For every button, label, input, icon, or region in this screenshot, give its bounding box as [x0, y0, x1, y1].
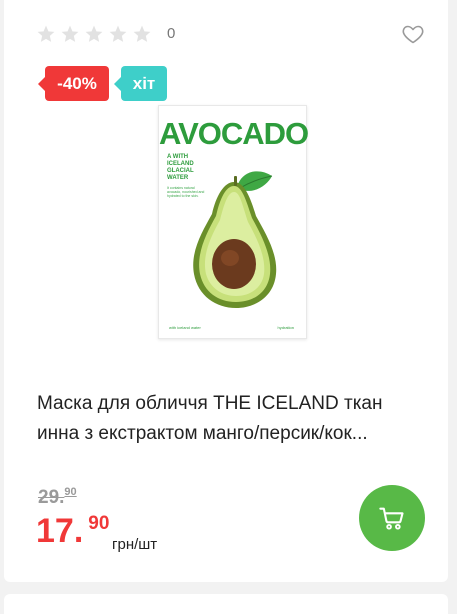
new-price-main: 17.: [36, 512, 84, 550]
rating-count: 0: [167, 25, 176, 42]
product-image[interactable]: AVOCADO A WITH ICELAND GLACIAL WATER It …: [158, 105, 309, 339]
shopping-cart-icon: [379, 507, 404, 530]
badges: -40% хіт: [38, 66, 167, 101]
package-foot-right: hydration: [277, 325, 294, 330]
star-icon[interactable]: [60, 24, 80, 44]
new-price-cents: 90: [88, 513, 110, 534]
star-icon[interactable]: [132, 24, 152, 44]
old-price-cents: 90: [64, 486, 77, 498]
product-title-line2: инна з екстрактом манго/персик/кок...: [37, 423, 368, 444]
discount-badge: -40%: [38, 66, 109, 101]
package-foot-left: with iceland water: [169, 325, 201, 330]
old-price-main: 29.: [38, 487, 65, 508]
avocado-illustration: [193, 171, 277, 308]
new-price: 17. 90: [36, 508, 109, 554]
heart-outline-icon: [402, 25, 424, 44]
star-icon[interactable]: [84, 24, 104, 44]
hit-badge: хіт: [114, 66, 167, 101]
rating-stars: [36, 24, 152, 44]
product-title[interactable]: Маска для обличчя THE ICELAND ткан инна …: [37, 389, 432, 449]
price-unit: грн/шт: [112, 536, 158, 553]
package-brand: AVOCADO: [159, 116, 309, 151]
next-product-card: [4, 594, 448, 614]
star-icon[interactable]: [36, 24, 56, 44]
old-price: 29.90: [38, 486, 77, 509]
rating: 0: [36, 24, 175, 44]
product-card[interactable]: 0 -40% хіт AVOCADO A WITH ICELAND GLACIA…: [4, 0, 448, 582]
favorite-button[interactable]: [401, 22, 425, 46]
add-to-cart-button[interactable]: [359, 485, 425, 551]
product-title-line1: Маска для обличчя THE ICELAND ткан: [37, 393, 383, 414]
star-icon[interactable]: [108, 24, 128, 44]
